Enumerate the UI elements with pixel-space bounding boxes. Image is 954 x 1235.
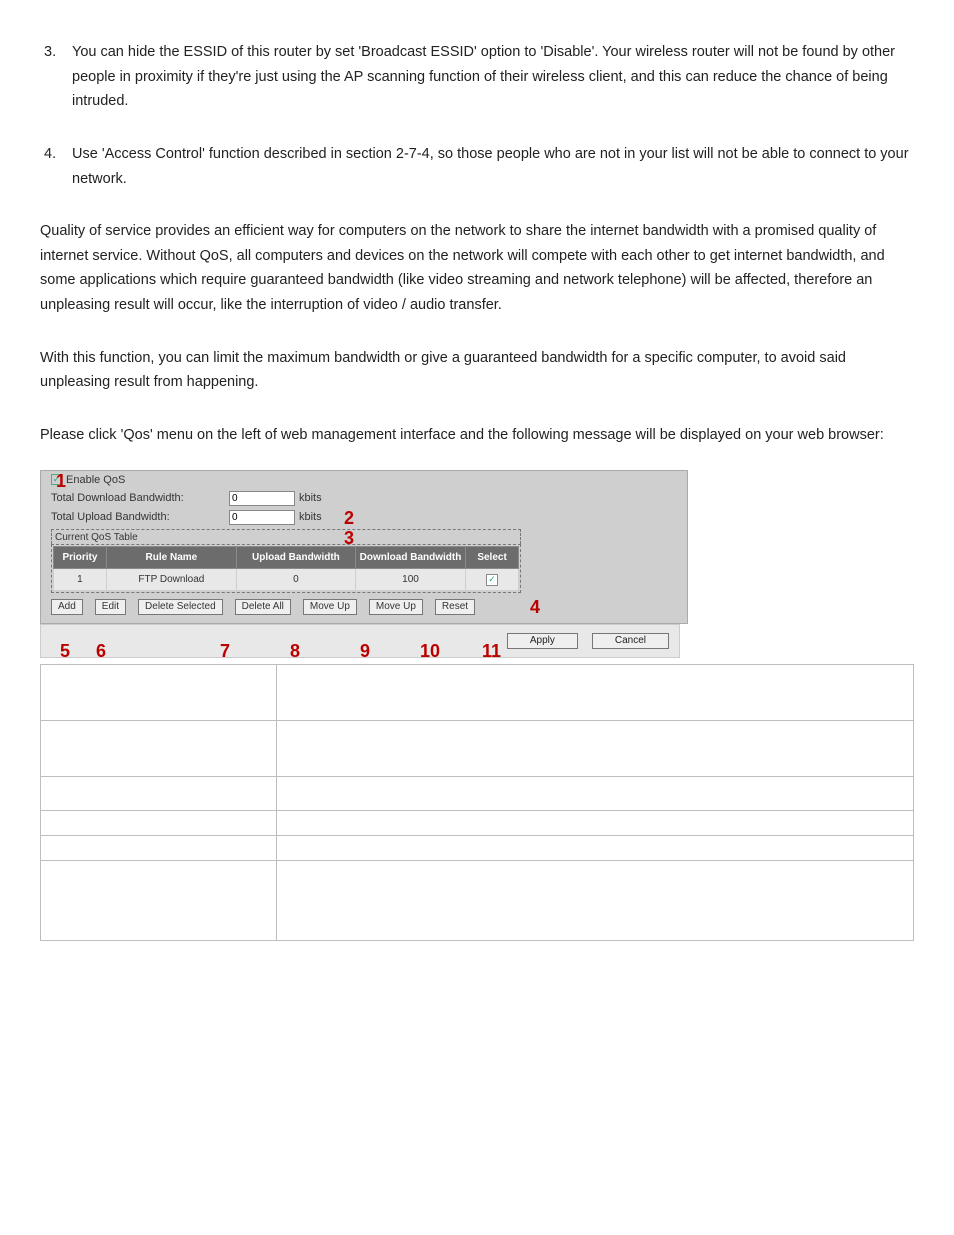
reset-button[interactable]: Reset — [435, 599, 475, 615]
total-download-input[interactable] — [229, 491, 295, 506]
list-text-4: Use 'Access Control' function described … — [72, 142, 914, 191]
callout-3: 3 — [344, 523, 354, 554]
callout-5: 5 — [60, 636, 70, 667]
total-upload-input[interactable] — [229, 510, 295, 525]
callout-1: 1 — [56, 466, 66, 497]
callout-4: 4 — [530, 592, 540, 623]
list-number-4: 4. — [40, 142, 72, 191]
current-qos-table-label: Current QoS Table — [51, 529, 521, 544]
col-rule: Rule Name — [106, 546, 236, 568]
callout-7: 7 — [220, 636, 230, 667]
enable-qos-label: Enable QoS — [66, 473, 125, 487]
edit-button[interactable]: Edit — [95, 599, 126, 615]
move-up-button-2[interactable]: Move Up — [369, 599, 423, 615]
delete-selected-button[interactable]: Delete Selected — [138, 599, 223, 615]
col-priority: Priority — [54, 546, 107, 568]
col-upload: Upload Bandwidth — [236, 546, 355, 568]
cell-priority: 1 — [54, 568, 107, 590]
cell-download: 100 — [355, 568, 465, 590]
row-select-checkbox[interactable]: ✓ — [486, 574, 498, 586]
unit-kbits-1: kbits — [299, 491, 322, 505]
total-upload-label: Total Upload Bandwidth: — [51, 510, 229, 524]
col-download: Download Bandwidth — [355, 546, 465, 568]
callout-11: 11 — [482, 636, 501, 667]
paragraph-qos-click: Please click 'Qos' menu on the left of w… — [40, 423, 914, 448]
col-select: Select — [466, 546, 519, 568]
delete-all-button[interactable]: Delete All — [235, 599, 291, 615]
qos-table: Priority Rule Name Upload Bandwidth Down… — [53, 546, 519, 591]
move-up-button-1[interactable]: Move Up — [303, 599, 357, 615]
cancel-button[interactable]: Cancel — [592, 633, 669, 649]
list-number-3: 3. — [40, 40, 72, 114]
list-text-3: You can hide the ESSID of this router by… — [72, 40, 914, 114]
callout-10: 10 — [420, 636, 440, 667]
qos-screenshot: 1 2 3 4 5 6 7 8 9 10 11 ✓ Enable QoS Tot… — [40, 470, 688, 658]
paragraph-qos-intro: Quality of service provides an efficient… — [40, 219, 914, 318]
total-download-label: Total Download Bandwidth: — [51, 491, 229, 505]
paragraph-qos-limit: With this function, you can limit the ma… — [40, 346, 914, 395]
cell-upload: 0 — [236, 568, 355, 590]
unit-kbits-2: kbits — [299, 510, 322, 524]
apply-button[interactable]: Apply — [507, 633, 578, 649]
reference-table — [40, 664, 914, 941]
callout-6: 6 — [96, 636, 106, 667]
add-button[interactable]: Add — [51, 599, 83, 615]
cell-rule: FTP Download — [106, 568, 236, 590]
callout-9: 9 — [360, 636, 370, 667]
callout-8: 8 — [290, 636, 300, 667]
table-row: 1 FTP Download 0 100 ✓ — [54, 568, 519, 590]
